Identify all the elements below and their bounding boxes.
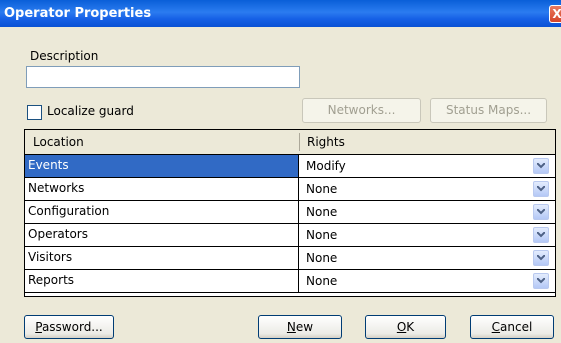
chevron-down-icon[interactable]: [533, 181, 549, 197]
description-input[interactable]: [26, 66, 300, 88]
localize-guard-checkbox[interactable]: [27, 105, 42, 120]
password-mnemonic: P: [35, 320, 42, 334]
grid-header: Location Rights: [25, 130, 555, 155]
title-bar: Operator Properties X: [0, 0, 561, 27]
status-maps-button[interactable]: Status Maps...: [430, 98, 547, 123]
window-title: Operator Properties: [4, 6, 152, 21]
table-row[interactable]: Reports None: [25, 270, 555, 293]
table-row[interactable]: Configuration None: [25, 201, 555, 224]
new-label: ew: [295, 320, 314, 334]
location-cell[interactable]: Operators: [25, 224, 299, 246]
new-button[interactable]: New: [258, 315, 342, 339]
password-label: assword...: [41, 320, 103, 334]
chevron-down-icon[interactable]: [533, 273, 549, 289]
ok-mnemonic: O: [396, 320, 407, 334]
rights-value[interactable]: Modify: [306, 159, 346, 173]
rights-value[interactable]: None: [306, 205, 337, 219]
table-row[interactable]: Operators None: [25, 224, 555, 247]
close-icon[interactable]: X: [549, 5, 561, 23]
networks-button[interactable]: Networks...: [302, 98, 421, 123]
cancel-label: ancel: [500, 320, 533, 334]
table-row[interactable]: Visitors None: [25, 247, 555, 270]
ok-label: K: [406, 320, 415, 334]
table-row[interactable]: Events Modify: [25, 155, 555, 178]
location-cell[interactable]: Reports: [25, 270, 299, 292]
rights-grid: Location Rights Events Modify Networks N…: [24, 129, 556, 297]
new-mnemonic: N: [286, 320, 296, 334]
chevron-down-icon[interactable]: [533, 227, 549, 243]
cancel-button[interactable]: Cancel: [470, 315, 554, 339]
password-button[interactable]: Password...: [24, 315, 114, 339]
column-header-location[interactable]: Location: [33, 135, 84, 149]
rights-value[interactable]: None: [306, 228, 337, 242]
column-header-rights[interactable]: Rights: [307, 135, 345, 149]
location-cell[interactable]: Networks: [25, 178, 299, 200]
rights-value[interactable]: None: [306, 182, 337, 196]
location-cell[interactable]: Events: [25, 155, 299, 177]
chevron-down-icon[interactable]: [533, 158, 549, 174]
column-divider[interactable]: [299, 133, 300, 151]
localize-guard-label: Localize guard: [47, 104, 134, 118]
chevron-down-icon[interactable]: [533, 250, 549, 266]
description-label: Description: [30, 49, 99, 63]
location-cell[interactable]: Configuration: [25, 201, 299, 223]
table-row[interactable]: Networks None: [25, 178, 555, 201]
chevron-down-icon[interactable]: [533, 204, 549, 220]
cancel-mnemonic: C: [491, 320, 501, 334]
rights-value[interactable]: None: [306, 274, 337, 288]
rights-value[interactable]: None: [306, 251, 337, 265]
location-cell[interactable]: Visitors: [25, 247, 299, 269]
ok-button[interactable]: OK: [365, 315, 446, 339]
